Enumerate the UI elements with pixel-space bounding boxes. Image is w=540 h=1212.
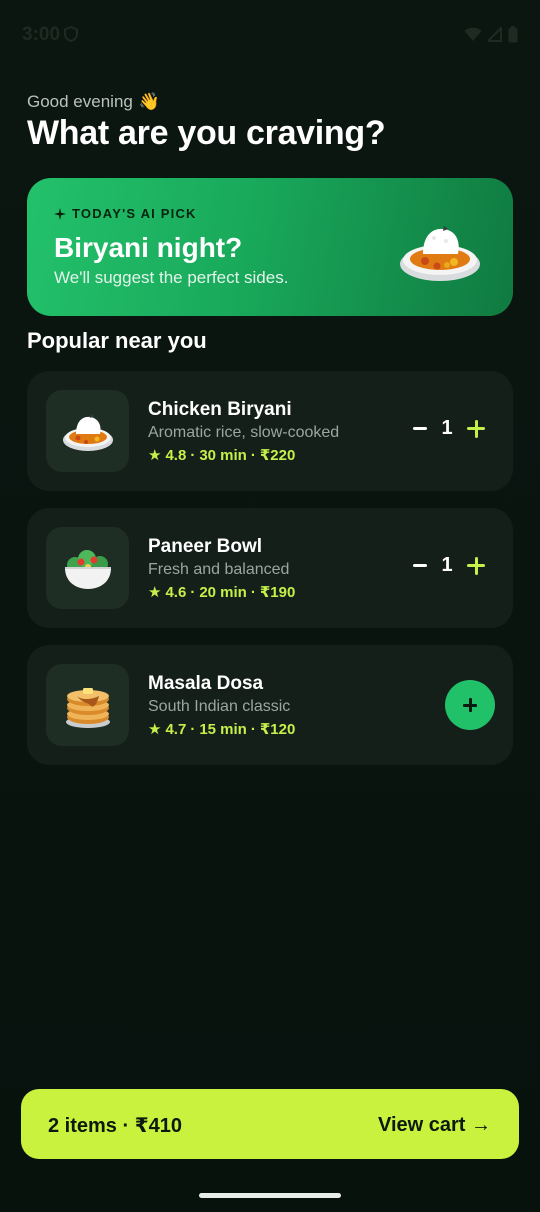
curry-rice-icon <box>62 414 113 451</box>
star-icon: ★ <box>148 584 162 601</box>
quantity-value: 1 <box>441 554 453 576</box>
food-rating: 4.8 <box>165 446 187 464</box>
plus-icon <box>463 698 477 712</box>
food-name: Paneer Bowl <box>148 536 263 557</box>
increment-button[interactable] <box>467 556 485 575</box>
food-description: South Indian classic <box>148 698 291 715</box>
salad-icon <box>64 550 111 589</box>
food-card-masala-dosa[interactable]: Masala Dosa South Indian classic ★ 4.7 ·… <box>27 645 513 765</box>
ai-pick-kicker: TODAY'S AI PICK <box>54 206 197 221</box>
wifi-icon <box>464 27 482 41</box>
meta-separator: · <box>190 720 196 738</box>
shield-icon <box>64 26 78 42</box>
food-thumbnail <box>46 390 129 472</box>
meta-separator: · <box>250 583 256 601</box>
curry-rice-icon <box>400 226 480 281</box>
food-thumbnail <box>46 527 129 609</box>
quantity-stepper: 1 <box>413 417 485 440</box>
food-name: Masala Dosa <box>148 673 264 694</box>
star-icon: ★ <box>148 447 162 464</box>
food-description: Aromatic rice, slow-cooked <box>148 424 340 441</box>
food-time: 20 min <box>199 583 247 601</box>
meta-separator: · <box>190 583 196 601</box>
greeting-text: Good evening <box>27 92 133 111</box>
food-meta: ★ 4.6 · 20 min · ₹190 <box>148 583 296 602</box>
meta-separator: · <box>190 446 196 464</box>
waving-hand-icon: 👋 <box>138 92 161 111</box>
food-rating: 4.7 <box>165 720 187 738</box>
star-icon: ★ <box>148 721 162 738</box>
food-rating: 4.6 <box>165 583 187 601</box>
battery-icon <box>508 26 518 43</box>
status-time: 3:00 <box>22 24 61 45</box>
meta-separator: · <box>250 720 256 738</box>
quantity-value: 1 <box>441 417 453 439</box>
food-time: 30 min <box>199 446 247 464</box>
food-thumbnail <box>46 664 129 746</box>
ai-pick-kicker-text: TODAY'S AI PICK <box>72 206 197 221</box>
status-icons <box>464 26 518 43</box>
status-bar: 3:00 <box>0 0 540 64</box>
food-meta: ★ 4.8 · 30 min · ₹220 <box>148 446 296 465</box>
page-title: What are you craving? <box>27 114 386 152</box>
food-price: ₹120 <box>259 721 296 738</box>
food-price: ₹190 <box>259 584 296 601</box>
increment-button[interactable] <box>467 419 485 438</box>
home-indicator[interactable] <box>199 1193 341 1198</box>
decrement-button[interactable] <box>413 427 427 430</box>
food-card-paneer-bowl[interactable]: Paneer Bowl Fresh and balanced ★ 4.6 · 2… <box>27 508 513 628</box>
app-screen: 3:00 Good evening 👋 What are you craving… <box>0 0 540 1212</box>
view-cart-bar[interactable]: 2 items · ₹410 View cart → <box>21 1089 519 1159</box>
ai-pick-title: Biryani night? <box>54 232 243 263</box>
food-meta: ★ 4.7 · 15 min · ₹120 <box>148 720 296 739</box>
decrement-button[interactable] <box>413 564 427 567</box>
view-cart-button[interactable]: View cart → <box>378 1114 491 1137</box>
sparkle-icon <box>54 207 66 220</box>
section-title: Popular near you <box>27 328 207 353</box>
add-to-cart-button[interactable] <box>445 680 495 730</box>
signal-icon <box>488 27 502 42</box>
ai-pick-card[interactable]: TODAY'S AI PICK Biryani night? We'll sug… <box>27 178 513 316</box>
meta-separator: · <box>250 446 256 464</box>
food-price: ₹220 <box>259 447 296 464</box>
quantity-stepper: 1 <box>413 554 485 577</box>
ai-pick-subtitle: We'll suggest the perfect sides. <box>54 268 289 287</box>
food-time: 15 min <box>199 720 247 738</box>
pancakes-icon <box>65 688 110 728</box>
food-name: Chicken Biryani <box>148 399 292 420</box>
food-description: Fresh and balanced <box>148 561 290 578</box>
cart-summary: 2 items · ₹410 <box>48 1115 182 1137</box>
food-card-chicken-biryani[interactable]: Chicken Biryani Aromatic rice, slow-cook… <box>27 371 513 491</box>
greeting-subtitle: Good evening 👋 <box>27 92 160 112</box>
